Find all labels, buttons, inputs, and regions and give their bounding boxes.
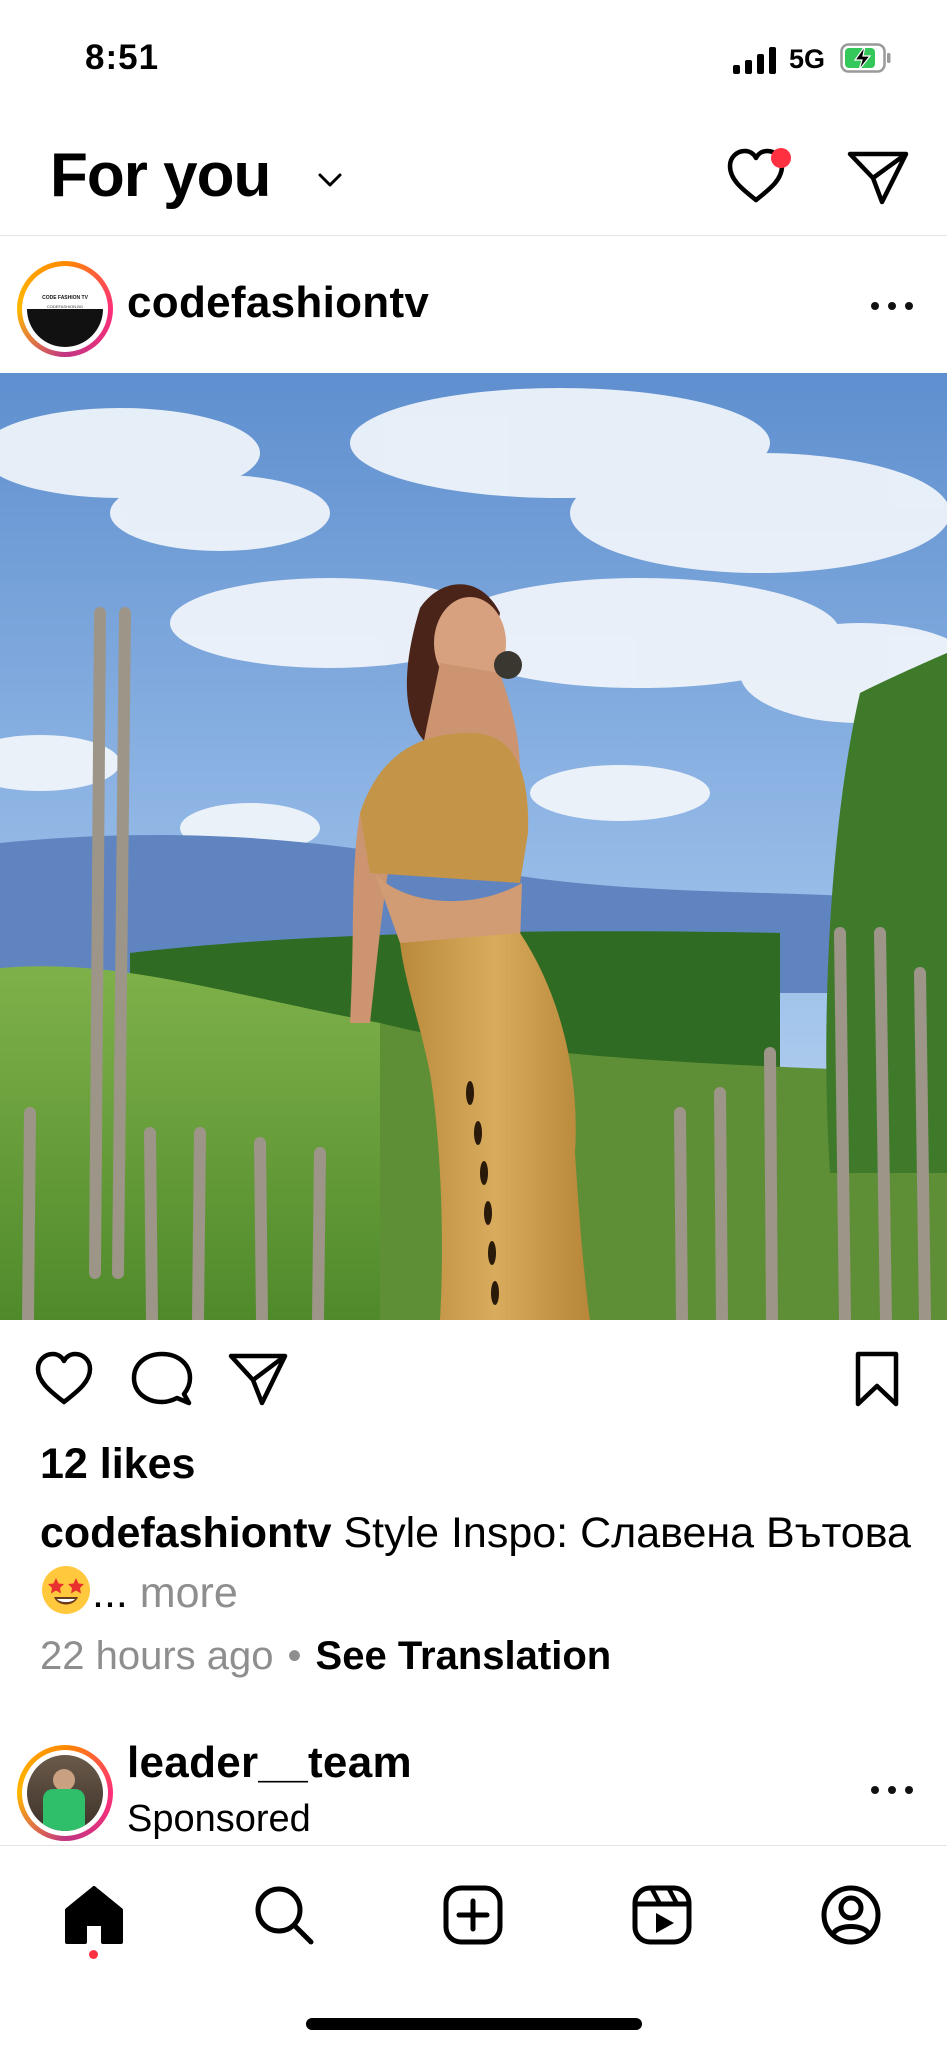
likes-count[interactable]: 12 likes (40, 1440, 195, 1489)
feed-title[interactable]: For you (50, 140, 271, 211)
post-image[interactable] (0, 373, 947, 1320)
home-indicator (306, 2018, 642, 2030)
sponsored-avatar[interactable] (17, 1745, 113, 1841)
sponsored-label: Sponsored (127, 1798, 311, 1840)
caption-more-link[interactable]: more (140, 1569, 238, 1617)
home-activity-dot (89, 1950, 98, 1959)
bottom-navigation (0, 1845, 947, 2049)
post-caption[interactable]: codefashiontv Style Inspo: Славена Вътов… (40, 1503, 920, 1623)
caption-text: Style Inspo: Славена Вътова (331, 1509, 911, 1557)
direct-message-icon[interactable] (846, 148, 910, 206)
save-bookmark-icon[interactable] (846, 1350, 908, 1408)
notification-dot (771, 148, 791, 168)
sponsored-username[interactable]: leader__team (127, 1738, 412, 1788)
create-post-icon[interactable] (438, 1880, 508, 1950)
more-options-icon[interactable] (867, 299, 917, 313)
header-divider (0, 235, 947, 236)
chevron-down-icon[interactable] (317, 170, 343, 190)
caption-ellipsis: ... (92, 1569, 128, 1617)
avatar-text-bottom: CODEFASHION.BG (46, 304, 83, 309)
sponsored-more-options-icon[interactable] (867, 1783, 917, 1797)
star-struck-emoji-icon (42, 1566, 90, 1614)
caption-username[interactable]: codefashiontv (40, 1509, 332, 1557)
search-icon[interactable] (249, 1880, 319, 1950)
post-username[interactable]: codefashiontv (127, 278, 429, 328)
see-translation-link[interactable]: See Translation (316, 1634, 612, 1678)
post-time-ago: 22 hours ago (40, 1634, 274, 1678)
comment-icon[interactable] (131, 1350, 193, 1408)
cellular-signal-icon (733, 46, 777, 74)
profile-icon[interactable] (816, 1880, 886, 1950)
network-type: 5G (789, 44, 826, 74)
meta-separator: • (287, 1634, 302, 1678)
like-heart-icon[interactable] (33, 1350, 95, 1408)
share-icon[interactable] (227, 1350, 289, 1408)
reels-icon[interactable] (627, 1880, 697, 1950)
post-avatar[interactable]: CODE FASHION TV CODEFASHION.BG (17, 261, 113, 357)
battery-charging-icon (840, 43, 891, 73)
post-meta: 22 hours ago • See Translation (40, 1634, 611, 1679)
home-icon[interactable] (59, 1880, 129, 1950)
status-time: 8:51 (85, 38, 160, 77)
avatar-text-top: CODE FASHION TV (42, 295, 88, 301)
